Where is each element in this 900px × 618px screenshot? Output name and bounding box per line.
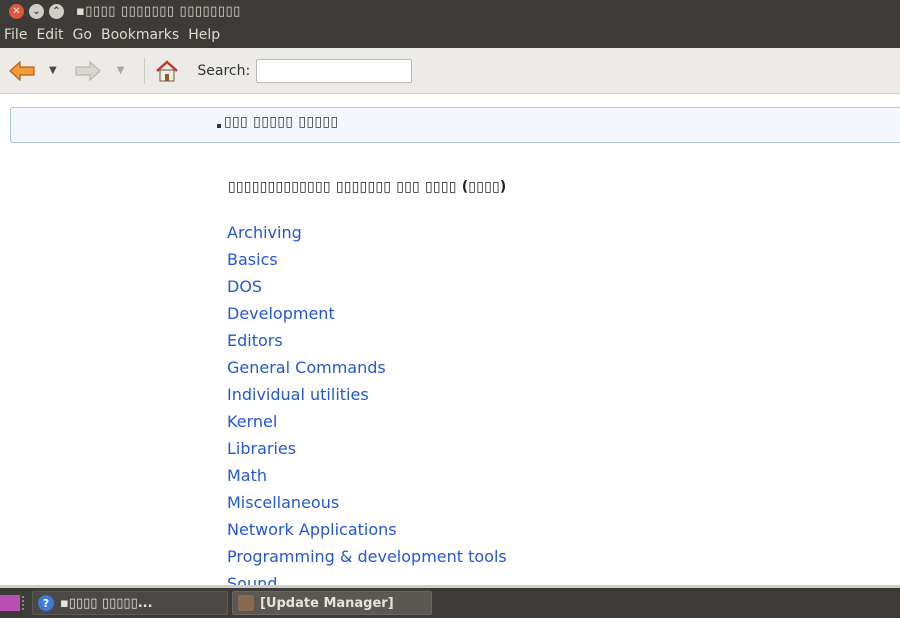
link-math[interactable]: Math (227, 465, 507, 492)
forward-history-dropdown[interactable]: ▼ (117, 65, 125, 76)
minimize-window-button[interactable]: ⌄ (29, 3, 44, 19)
menubar: File Edit Go Bookmarks Help (0, 22, 900, 48)
help-content: ▯▯▯ ▯▯▯▯▯ ▯▯▯▯▯ ▯▯▯▯▯▯▯▯▯▯▯▯▯ ▯▯▯▯▯▯▯ ▯▯… (0, 95, 900, 585)
link-development[interactable]: Development (227, 303, 507, 330)
task-label: ▪▯▯▯▯ ▯▯▯▯▯... (60, 595, 153, 611)
forward-button[interactable] (75, 60, 101, 81)
menu-file[interactable]: File (4, 27, 33, 43)
link-basics[interactable]: Basics (227, 249, 507, 276)
category-list: Archiving Basics DOS Development Editors… (227, 222, 507, 585)
search-label: Search: (197, 62, 251, 79)
menu-edit[interactable]: Edit (36, 27, 69, 43)
menu-help[interactable]: Help (188, 27, 226, 43)
link-general-commands[interactable]: General Commands (227, 357, 507, 384)
link-programming-tools[interactable]: Programming & development tools (227, 546, 507, 573)
toolbar: ▼ ▼ Search: (0, 48, 900, 94)
menu-go[interactable]: Go (73, 27, 98, 43)
show-desktop-button[interactable] (0, 595, 20, 611)
close-window-button[interactable]: ✕ (9, 3, 24, 19)
maximize-window-button[interactable]: ⌃ (49, 3, 64, 19)
link-individual-utilities[interactable]: Individual utilities (227, 384, 507, 411)
toolbar-separator (144, 57, 146, 84)
link-libraries[interactable]: Libraries (227, 438, 507, 465)
link-kernel[interactable]: Kernel (227, 411, 507, 438)
link-dos[interactable]: DOS (227, 276, 507, 303)
link-archiving[interactable]: Archiving (227, 222, 507, 249)
breadcrumb-bar: ▯▯▯ ▯▯▯▯▯ ▯▯▯▯▯ (10, 107, 900, 143)
window-title: ▪▯▯▯▯ ▯▯▯▯▯▯▯ ▯▯▯▯▯▯▯▯ (76, 3, 241, 19)
page-title: ▯▯▯▯▯▯▯▯▯▯▯▯▯ ▯▯▯▯▯▯▯ ▯▯▯ ▯▯▯▯ (▯▯▯▯) (228, 179, 507, 195)
breadcrumb-bullet (217, 124, 221, 128)
link-miscellaneous[interactable]: Miscellaneous (227, 492, 507, 519)
link-editors[interactable]: Editors (227, 330, 507, 357)
task-update-manager[interactable]: [Update Manager] (232, 591, 432, 615)
back-arrow-icon (9, 60, 35, 81)
search-input[interactable] (256, 58, 413, 83)
window-titlebar: ✕ ⌄ ⌃ ▪▯▯▯▯ ▯▯▯▯▯▯▯ ▯▯▯▯▯▯▯▯ (0, 0, 900, 22)
link-sound[interactable]: Sound (227, 573, 507, 585)
task-label: [Update Manager] (260, 595, 394, 611)
home-button[interactable] (155, 59, 179, 83)
home-icon (156, 59, 179, 81)
breadcrumb[interactable]: ▯▯▯ ▯▯▯▯▯ ▯▯▯▯▯ (224, 114, 338, 130)
help-icon: ? (38, 595, 54, 611)
menu-bookmarks[interactable]: Bookmarks (101, 27, 185, 43)
back-history-dropdown[interactable]: ▼ (49, 65, 57, 76)
taskbar: ? ▪▯▯▯▯ ▯▯▯▯▯... [Update Manager] (0, 585, 900, 618)
task-help-window[interactable]: ? ▪▯▯▯▯ ▯▯▯▯▯... (32, 591, 228, 615)
back-button[interactable] (9, 60, 35, 81)
link-network-applications[interactable]: Network Applications (227, 519, 507, 546)
forward-arrow-icon (75, 60, 101, 81)
taskbar-grip[interactable] (22, 596, 26, 610)
package-icon (238, 595, 254, 611)
